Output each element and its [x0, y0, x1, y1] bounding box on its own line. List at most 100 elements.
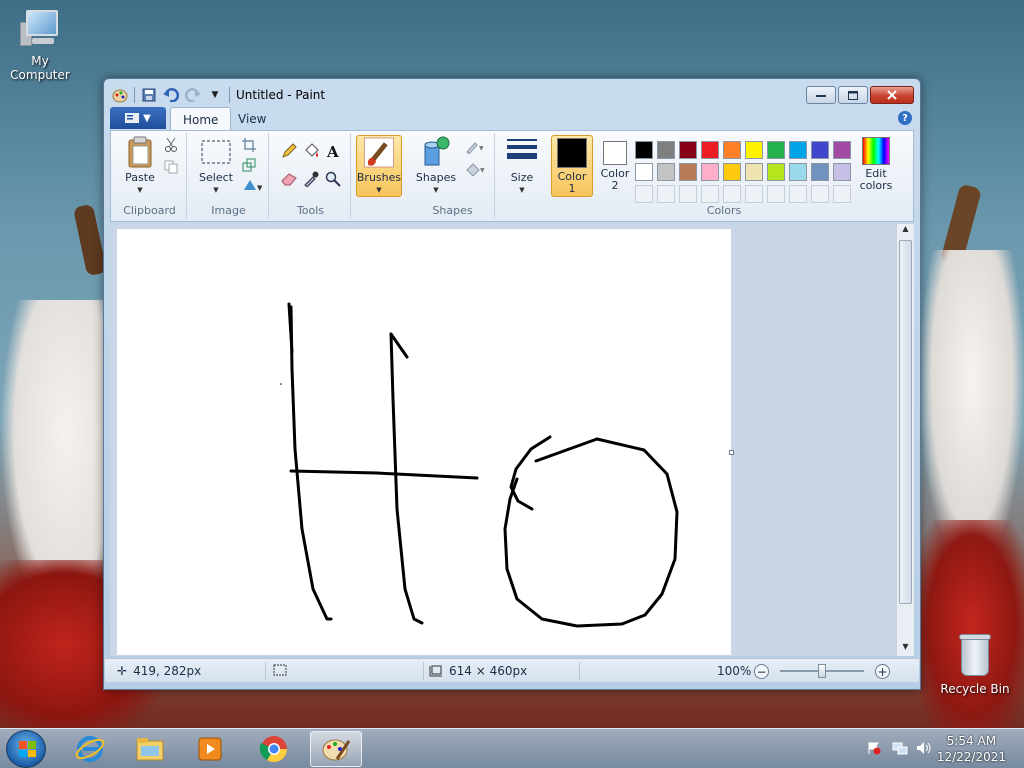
clock[interactable]: 5:54 AM 12/22/2021: [937, 733, 1006, 765]
custom-color-slot[interactable]: [679, 185, 697, 203]
volume-icon[interactable]: [916, 741, 932, 757]
scroll-up-icon[interactable]: ▲: [897, 224, 914, 238]
drawing-canvas[interactable]: [117, 229, 731, 655]
zoom-out-button[interactable]: −: [754, 664, 769, 679]
brushes-button[interactable]: Brushes ▼: [356, 135, 402, 197]
scroll-down-icon[interactable]: ▼: [897, 642, 914, 656]
palette-swatch[interactable]: [679, 163, 697, 181]
minimize-icon: [816, 95, 826, 97]
palette-swatch[interactable]: [635, 141, 653, 159]
desktop-icon-recycle-bin[interactable]: Recycle Bin: [935, 632, 1015, 696]
custom-color-slot[interactable]: [811, 185, 829, 203]
maximize-button[interactable]: [838, 86, 868, 104]
outline-icon[interactable]: ▼: [463, 137, 489, 157]
tab-view[interactable]: View: [226, 107, 278, 131]
palette-swatch[interactable]: [701, 163, 719, 181]
tools-group: A Tools: [271, 133, 351, 219]
custom-color-slot[interactable]: [789, 185, 807, 203]
custom-color-slot[interactable]: [723, 185, 741, 203]
paint-app-icon[interactable]: [112, 87, 128, 103]
ribbon-tabs: ▼ Home View ?: [110, 107, 914, 131]
clock-date: 12/22/2021: [936, 750, 1006, 764]
taskbar-explorer[interactable]: [124, 731, 176, 767]
crop-icon[interactable]: [239, 135, 259, 155]
resize-icon[interactable]: [239, 155, 259, 175]
palette-swatch[interactable]: [789, 163, 807, 181]
fill-icon[interactable]: ▼: [463, 159, 489, 179]
zoom-in-button[interactable]: +: [875, 664, 890, 679]
svg-text:A: A: [326, 143, 339, 159]
ribbon: Paste ▼ Clipboard Select ▼ ▼ Image A Too…: [110, 130, 914, 222]
edit-colors-button[interactable]: Edit colors: [855, 135, 897, 197]
custom-color-slot[interactable]: [701, 185, 719, 203]
tab-home[interactable]: Home: [170, 107, 232, 131]
palette-swatch[interactable]: [811, 163, 829, 181]
close-button[interactable]: [870, 86, 914, 104]
size-button[interactable]: Size ▼: [499, 135, 545, 197]
magnifier-icon[interactable]: [323, 169, 343, 189]
action-center-flag-icon[interactable]: [866, 741, 882, 757]
save-icon[interactable]: [141, 87, 157, 103]
crosshair-icon: ✛: [117, 664, 128, 678]
color-picker-icon[interactable]: [301, 169, 321, 189]
custom-color-slot[interactable]: [833, 185, 851, 203]
palette-swatch[interactable]: [767, 163, 785, 181]
custom-color-slot[interactable]: [767, 185, 785, 203]
minimize-button[interactable]: [806, 86, 836, 104]
redo-icon[interactable]: [185, 87, 201, 103]
palette-swatch[interactable]: [657, 141, 675, 159]
color2-button[interactable]: Color 2: [595, 135, 635, 197]
text-tool-icon[interactable]: A: [323, 141, 343, 161]
custom-color-slot[interactable]: [635, 185, 653, 203]
resize-handle-right[interactable]: [729, 450, 734, 455]
cut-icon[interactable]: [161, 135, 181, 155]
shapes-group: Shapes ▼ ▼ ▼ Shapes: [411, 133, 495, 219]
copy-icon[interactable]: [161, 157, 181, 177]
taskbar-chrome[interactable]: [248, 731, 300, 767]
wallpaper-antler-left: [72, 203, 108, 277]
desktop-icon-my-computer[interactable]: My Computer: [0, 8, 80, 82]
shapes-button[interactable]: Shapes ▼: [413, 135, 459, 197]
paint-menu-button[interactable]: ▼: [110, 107, 166, 129]
palette-swatch[interactable]: [789, 141, 807, 159]
palette-swatch[interactable]: [701, 141, 719, 159]
zoom-slider-thumb[interactable]: [818, 664, 826, 678]
customize-qat-chevron-icon[interactable]: ▼: [207, 87, 223, 103]
custom-color-slot[interactable]: [745, 185, 763, 203]
rotate-icon[interactable]: ▼: [239, 175, 265, 195]
palette-swatch[interactable]: [811, 141, 829, 159]
taskbar-paint[interactable]: [310, 731, 362, 767]
color2-swatch: [603, 141, 627, 165]
vertical-scrollbar[interactable]: ▲ ▼: [896, 224, 914, 656]
pencil-icon[interactable]: [279, 141, 299, 161]
color1-button[interactable]: Color 1: [551, 135, 593, 197]
taskbar-media-player[interactable]: [184, 731, 236, 767]
palette-swatch[interactable]: [833, 141, 851, 159]
palette-swatch[interactable]: [679, 141, 697, 159]
start-button[interactable]: [6, 730, 46, 768]
paste-button[interactable]: Paste ▼: [117, 135, 163, 197]
palette-swatch[interactable]: [635, 163, 653, 181]
eraser-icon[interactable]: [279, 169, 299, 189]
maximize-icon: [848, 90, 858, 100]
paint-window: ▼ Untitled - Paint ▼ Home View ? Paste ▼…: [103, 78, 921, 690]
svg-text:▼: ▼: [479, 145, 484, 152]
undo-icon[interactable]: [163, 87, 179, 103]
palette-swatch[interactable]: [657, 163, 675, 181]
network-icon[interactable]: [892, 741, 908, 757]
edit-colors-icon: [862, 137, 890, 165]
palette-swatch[interactable]: [723, 141, 741, 159]
palette-swatch[interactable]: [767, 141, 785, 159]
close-icon: [887, 90, 897, 100]
taskbar-internet-explorer[interactable]: [64, 731, 116, 767]
scrollbar-thumb[interactable]: [899, 240, 912, 604]
select-button[interactable]: Select ▼: [193, 135, 239, 197]
custom-color-slot[interactable]: [657, 185, 675, 203]
palette-swatch[interactable]: [745, 163, 763, 181]
palette-swatch[interactable]: [833, 163, 851, 181]
help-icon[interactable]: ?: [898, 111, 912, 125]
palette-swatch[interactable]: [745, 141, 763, 159]
fill-bucket-icon[interactable]: [301, 141, 321, 161]
taskbar: 5:54 AM 12/22/2021: [0, 728, 1024, 768]
palette-swatch[interactable]: [723, 163, 741, 181]
